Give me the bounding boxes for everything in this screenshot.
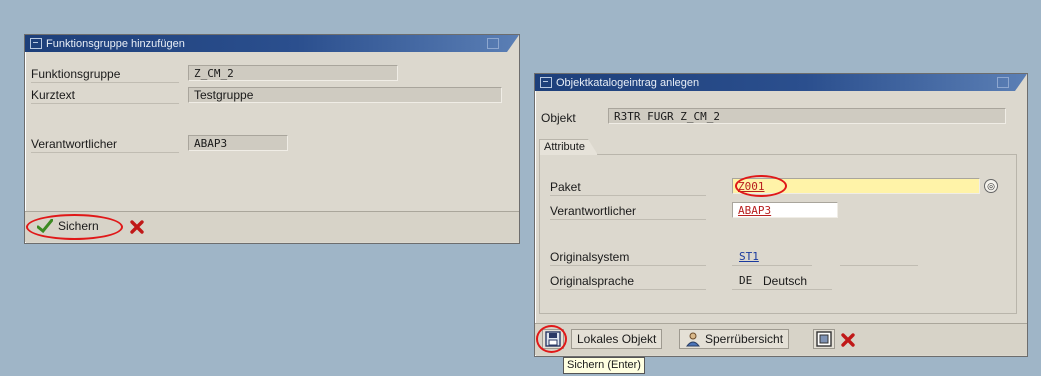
object-field: R3TR FUGR Z_CM_2 xyxy=(608,108,1006,124)
dialog2-title: Objektkatalogeintrag anlegen xyxy=(556,76,700,89)
lock-overview-button[interactable]: Sperrübersicht xyxy=(679,329,790,349)
function-group-field[interactable]: Z_CM_2 xyxy=(188,65,398,81)
original-language-code: DE xyxy=(739,274,753,287)
window-menu-icon[interactable] xyxy=(487,38,499,49)
responsible-label: Verantwortlicher xyxy=(31,137,118,151)
short-text-label: Kurztext xyxy=(31,88,76,102)
cancel-x-icon xyxy=(841,333,855,347)
window-icon xyxy=(30,38,42,49)
original-language-label: Originalsprache xyxy=(550,274,635,288)
f4-help-icon[interactable]: ◎ xyxy=(984,179,998,193)
dialog-add-function-group: Funktionsgruppe hinzufügen Funktionsgrup… xyxy=(24,34,520,244)
copy-icon xyxy=(816,331,832,347)
label-underline xyxy=(31,103,179,104)
original-system-value[interactable]: ST1 xyxy=(739,250,759,263)
save-tooltip: Sichern (Enter) xyxy=(563,357,645,374)
label-underline xyxy=(550,195,706,196)
label-underline xyxy=(31,152,179,153)
cancel-button[interactable] xyxy=(129,219,145,235)
window-icon xyxy=(540,77,552,88)
responsible-value: ABAP3 xyxy=(738,204,772,217)
highlight-oval xyxy=(735,175,787,197)
label-underline xyxy=(550,289,706,290)
dialog2-toolbar: Lokales Objekt Sperrübersicht xyxy=(535,323,1027,355)
cancel-x-icon xyxy=(130,220,144,234)
field-underline xyxy=(840,265,918,266)
lock-overview-label: Sperrübersicht xyxy=(705,332,784,346)
package-label: Paket xyxy=(550,180,581,194)
copy-button[interactable] xyxy=(813,329,835,349)
dialog1-titlebar[interactable]: Funktionsgruppe hinzufügen xyxy=(25,35,519,52)
person-icon xyxy=(685,332,701,347)
field-underline xyxy=(732,289,832,290)
highlight-oval xyxy=(26,214,123,240)
label-underline xyxy=(550,265,706,266)
short-text-field[interactable]: Testgruppe xyxy=(188,87,502,103)
cancel-button[interactable] xyxy=(840,332,856,348)
function-group-label: Funktionsgruppe xyxy=(31,67,121,81)
original-system-label: Originalsystem xyxy=(550,250,630,264)
dialog2-titlebar[interactable]: Objektkatalogeintrag anlegen xyxy=(535,74,1027,91)
window-menu-icon[interactable] xyxy=(997,77,1009,88)
attribute-group-title: Attribute xyxy=(539,139,598,155)
label-underline xyxy=(550,219,706,220)
original-language-name: Deutsch xyxy=(763,274,808,288)
field-underline xyxy=(732,265,812,266)
local-object-button[interactable]: Lokales Objekt xyxy=(571,329,663,349)
responsible-field[interactable]: ABAP3 xyxy=(732,202,838,218)
highlight-oval xyxy=(536,325,567,353)
attribute-group: Attribute Paket Z001 ◎ Verantwortlicher … xyxy=(539,154,1017,314)
dialog1-title: Funktionsgruppe hinzufügen xyxy=(46,37,185,50)
responsible-field[interactable]: ABAP3 xyxy=(188,135,288,151)
responsible-label: Verantwortlicher xyxy=(550,204,637,218)
label-underline xyxy=(31,82,179,83)
object-label: Objekt xyxy=(541,111,576,125)
dialog-create-object-catalog-entry: Objektkatalogeintrag anlegen Objekt R3TR… xyxy=(534,73,1028,357)
dialog1-toolbar: Sichern xyxy=(25,211,519,242)
